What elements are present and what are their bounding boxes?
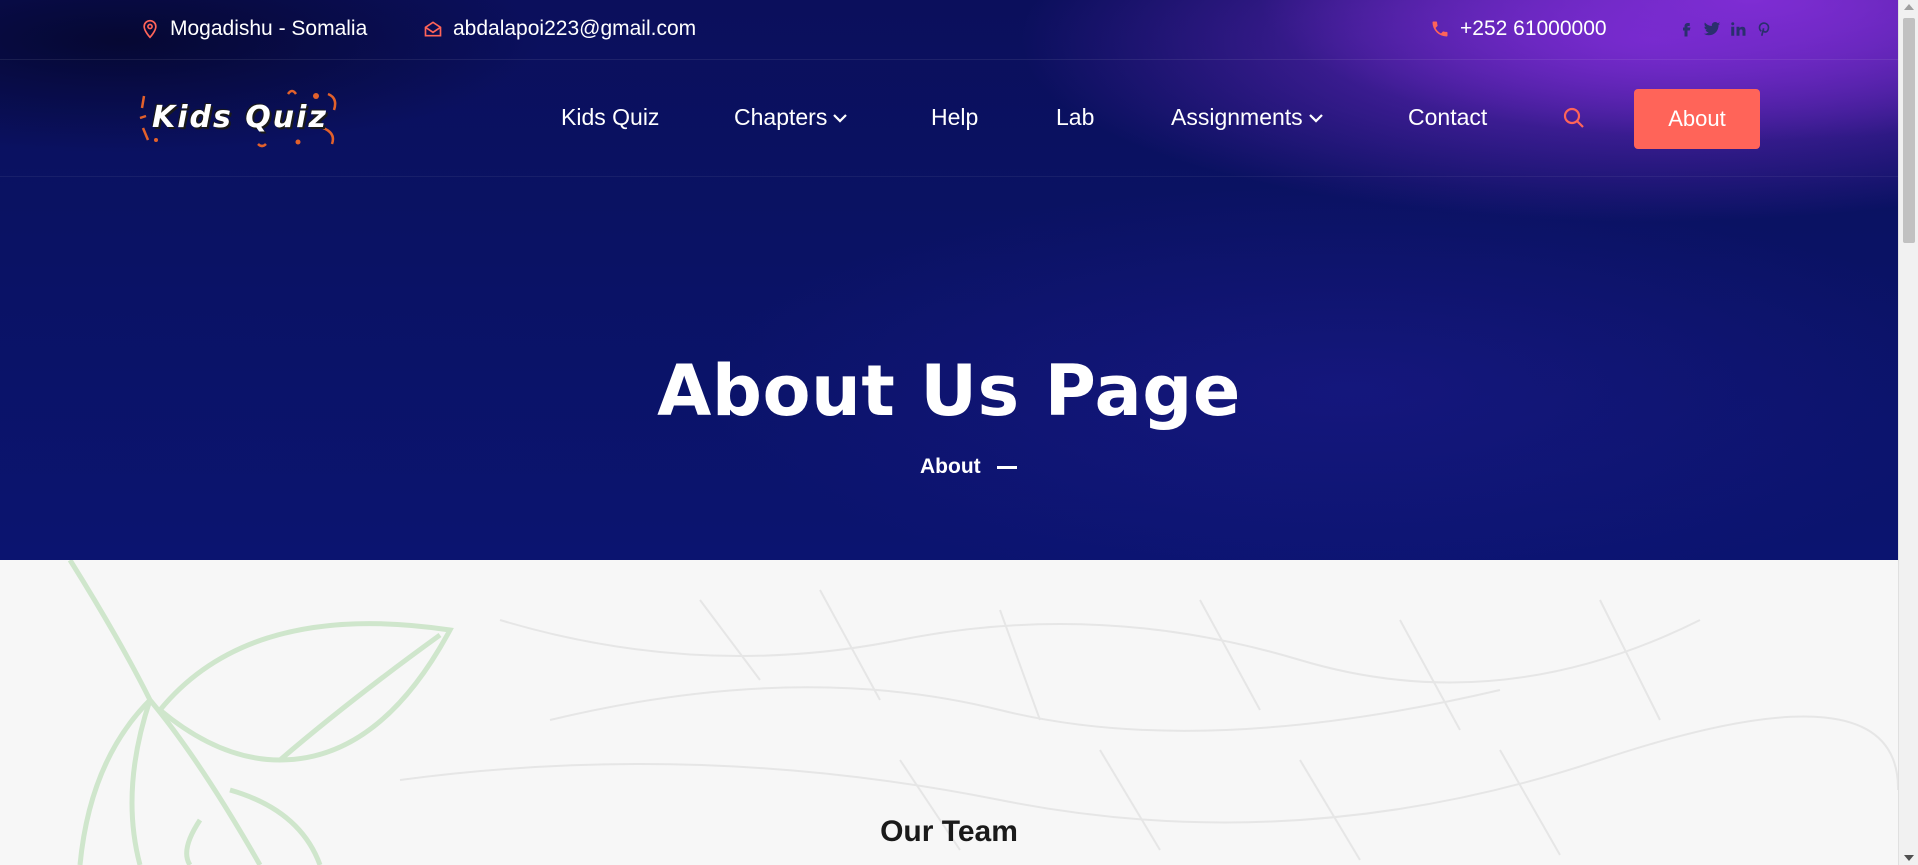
nav-lab-label: Lab xyxy=(1056,104,1095,130)
breadcrumb: About xyxy=(920,455,1017,479)
location-text: Mogadishu - Somalia xyxy=(170,17,368,40)
site-logo[interactable]: Kids Quiz xyxy=(138,88,343,150)
scroll-thumb[interactable] xyxy=(1903,18,1915,243)
scroll-down-arrow-icon[interactable] xyxy=(1904,855,1914,861)
breadcrumb-current[interactable]: About xyxy=(920,455,981,479)
phone-text[interactable]: +252 61000000 xyxy=(1460,17,1607,41)
top-info-bar: Mogadishu - Somalia abdalapoi223@gmail.c… xyxy=(0,0,1898,60)
search-icon[interactable] xyxy=(1562,106,1586,130)
nav-chapters-label: Chapters xyxy=(734,104,828,130)
nav-chapters[interactable]: Chapters xyxy=(734,104,849,131)
phone-icon xyxy=(1432,21,1448,37)
nav-kids-quiz-label: Kids Quiz xyxy=(561,104,660,130)
nav-lab[interactable]: Lab xyxy=(1056,104,1094,131)
pinterest-icon[interactable] xyxy=(1754,18,1774,40)
nav-contact[interactable]: Contact xyxy=(1408,104,1487,131)
nav-help[interactable]: Help xyxy=(931,104,978,131)
social-links xyxy=(1676,18,1774,40)
chevron-down-icon xyxy=(1308,113,1323,123)
nav-help-label: Help xyxy=(931,104,979,130)
chevron-down-icon xyxy=(833,113,848,123)
nav-assignments[interactable]: Assignments xyxy=(1171,104,1325,131)
nav-kids-quiz[interactable]: Kids Quiz xyxy=(561,104,659,131)
linkedin-icon[interactable] xyxy=(1728,18,1748,40)
scroll-up-arrow-icon[interactable] xyxy=(1904,4,1914,10)
phone-info[interactable]: +252 61000000 xyxy=(1430,17,1607,41)
logo-text: Kids Quiz xyxy=(152,100,328,135)
email-info[interactable]: abdalapoi223@gmail.com xyxy=(423,17,696,41)
team-section: Our Team xyxy=(0,560,1898,865)
main-navbar: Kids Quiz Kids Quiz Chapters Help Lab As… xyxy=(0,60,1898,177)
breadcrumb-dash xyxy=(996,465,1017,469)
twitter-icon[interactable] xyxy=(1702,18,1722,40)
section-title: Our Team xyxy=(880,815,1018,848)
facebook-icon[interactable] xyxy=(1676,18,1696,40)
email-text[interactable]: abdalapoi223@gmail.com xyxy=(453,17,696,41)
nav-contact-label: Contact xyxy=(1408,104,1488,130)
nav-assignments-label: Assignments xyxy=(1171,104,1303,130)
page-title: About Us Page xyxy=(657,350,1241,432)
location-info: Mogadishu - Somalia xyxy=(140,17,367,41)
about-button[interactable]: About xyxy=(1634,89,1760,149)
page-scrollbar[interactable] xyxy=(1898,0,1918,865)
envelope-icon xyxy=(424,21,442,37)
location-pin-icon xyxy=(143,19,157,39)
